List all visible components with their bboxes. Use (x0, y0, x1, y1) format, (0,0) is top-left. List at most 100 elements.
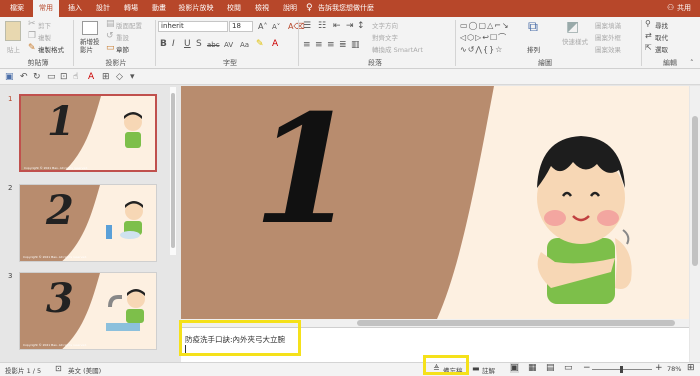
section-button[interactable]: 章節 (116, 44, 129, 54)
font-name-input[interactable]: inherit (158, 21, 228, 32)
replace-button[interactable]: 取代 (655, 32, 668, 42)
select-button[interactable]: 選取 (655, 44, 668, 54)
text-direction-button[interactable]: 文字方向 (372, 20, 398, 30)
line-spacing-icon[interactable]: ↕ (357, 21, 365, 31)
align-center-icon[interactable]: ≡ (315, 40, 323, 50)
slide-sorter-icon[interactable]: ▦ (528, 363, 537, 373)
normal-view-icon[interactable]: ▣ (510, 363, 519, 373)
slide-thumbnail-2[interactable]: 2 Copyright © 2021 Bao. All rights reser… (19, 184, 157, 262)
quick-styles-button[interactable]: 快速樣式 (562, 38, 588, 46)
collapse-ribbon-icon[interactable]: ˄ (690, 58, 694, 68)
tab-review[interactable]: 校閱 (221, 0, 247, 17)
find-button[interactable]: 尋找 (655, 20, 668, 30)
slide-thumbnail-3[interactable]: 3 Copyright © 2021 Bao. All rights reser… (19, 272, 157, 350)
slide-vertical-scrollbar[interactable] (690, 86, 700, 362)
italic-button[interactable]: I (172, 39, 175, 49)
slide-canvas[interactable]: 1 (181, 86, 689, 319)
copy-button[interactable]: 複製 (38, 32, 51, 42)
reset-icon: ↺ (106, 31, 114, 41)
tab-file[interactable]: 檔案 (4, 0, 30, 17)
shapes-icon[interactable]: ◇ (116, 72, 123, 82)
reading-view-icon[interactable]: ▤ (546, 363, 555, 373)
zoom-slider-thumb[interactable] (620, 366, 623, 373)
boy-rubbing-arms-illustration (537, 136, 632, 304)
lightbulb-icon: ♀ (306, 3, 313, 13)
format-painter-button[interactable]: 複製格式 (38, 44, 64, 54)
thumb-digit: 2 (46, 187, 74, 234)
drawing-group-label: 繪圖 (538, 59, 552, 67)
slide-big-digit[interactable]: 1 (253, 86, 357, 260)
slideshow-start-icon[interactable]: ⊡ (60, 72, 68, 82)
group-separator (455, 20, 456, 66)
reset-button[interactable]: 重設 (116, 32, 129, 42)
spellcheck-icon[interactable]: ⊡ (55, 364, 62, 373)
redo-icon[interactable]: ↻ (33, 72, 41, 82)
font-color-icon[interactable]: A (88, 72, 94, 82)
shape-fill-button[interactable]: 圖案填滿 (595, 20, 621, 30)
char-spacing-button[interactable]: AV (224, 40, 233, 50)
align-right-icon[interactable]: ≡ (327, 40, 335, 50)
bullets-icon[interactable]: ☰ (303, 21, 311, 31)
justify-icon[interactable]: ≣ (339, 40, 347, 50)
shrink-font-icon[interactable]: A˅ (272, 22, 280, 32)
slide-thumbnail-1[interactable]: 1 Copyright © 2021 Bao. All rights reser… (19, 94, 157, 172)
shadow-button[interactable]: S (196, 39, 202, 49)
decrease-indent-icon[interactable]: ⇤ (333, 21, 341, 31)
thumbnail-scrollbar[interactable] (170, 87, 176, 255)
numbering-icon[interactable]: ☷ (318, 21, 326, 31)
thumb-digit: 1 (47, 98, 75, 145)
strikethrough-button[interactable]: abc (207, 40, 220, 50)
scrollbar-thumb[interactable] (692, 116, 698, 266)
grow-font-icon[interactable]: A˄ (258, 22, 267, 32)
zoom-in-icon[interactable]: + (655, 363, 663, 373)
arrange-button[interactable]: 排列 (527, 44, 540, 54)
text-box-icon[interactable]: ⊞ (102, 72, 110, 82)
scrollbar-thumb[interactable] (171, 93, 175, 248)
touch-mode-icon[interactable]: ☝ (73, 72, 78, 82)
increase-indent-icon[interactable]: ⇥ (346, 21, 354, 31)
tab-animations[interactable]: 動畫 (146, 0, 172, 17)
present-icon[interactable]: ▭ (47, 72, 56, 82)
zoom-level[interactable]: 78% (667, 365, 681, 373)
align-text-button[interactable]: 對齊文字 (372, 32, 398, 42)
find-icon: ⚲ (645, 19, 651, 28)
tab-view[interactable]: 檢視 (249, 0, 275, 17)
change-case-button[interactable]: Aa (240, 40, 249, 50)
tab-slideshow[interactable]: 投影片放映 (174, 0, 218, 17)
comments-button[interactable]: 註解 (482, 365, 495, 375)
language-indicator[interactable]: 英文 (美國) (68, 365, 101, 375)
tab-insert[interactable]: 插入 (62, 0, 88, 17)
shape-outline-button[interactable]: 圖案外框 (595, 32, 621, 42)
undo-icon[interactable]: ↶ (20, 72, 28, 82)
tell-me-box[interactable]: 告訴我您想做什麼 (318, 0, 374, 17)
font-color-icon[interactable]: A (272, 39, 278, 49)
bold-button[interactable]: B (160, 39, 167, 49)
tab-transitions[interactable]: 轉場 (118, 0, 144, 17)
highlight-icon[interactable]: ✎ (256, 39, 264, 49)
paste-icon[interactable] (5, 21, 21, 41)
zoom-out-icon[interactable]: − (583, 363, 591, 373)
save-icon[interactable]: ▣ (5, 72, 14, 82)
new-slide-button[interactable]: 新增投影片 (80, 38, 102, 54)
cut-icon: ✂ (28, 19, 36, 29)
underline-button[interactable]: U (184, 39, 191, 49)
new-slide-icon[interactable] (82, 21, 98, 35)
convert-smartart-button[interactable]: 轉換成 SmartArt (372, 44, 423, 54)
shapes-gallery[interactable]: ▭◯▢△⌐↘ ◁⬡▷↩☐⌒ ∿↺⋀{}☆ (460, 20, 522, 56)
tab-help[interactable]: 說明 (277, 0, 303, 17)
shape-effects-button[interactable]: 圖案效果 (595, 44, 621, 54)
slideshow-view-icon[interactable]: ▭ (564, 363, 573, 373)
layout-button[interactable]: 版面配置 (116, 20, 142, 30)
share-button[interactable]: 共用 (677, 0, 691, 17)
columns-icon[interactable]: ▥ (351, 40, 360, 50)
customize-toolbar-icon[interactable]: ▾ (130, 72, 135, 82)
fit-slide-icon[interactable]: ⊞ (687, 363, 695, 373)
font-size-input[interactable]: 18 (229, 21, 253, 32)
scrollbar-thumb[interactable] (357, 320, 675, 326)
align-left-icon[interactable]: ≡ (303, 40, 311, 50)
cut-button[interactable]: 剪下 (38, 20, 51, 30)
group-separator (641, 20, 642, 66)
paste-button[interactable]: 貼上 (7, 44, 20, 54)
tab-design[interactable]: 設計 (90, 0, 116, 17)
tab-home[interactable]: 常用 (33, 0, 59, 17)
